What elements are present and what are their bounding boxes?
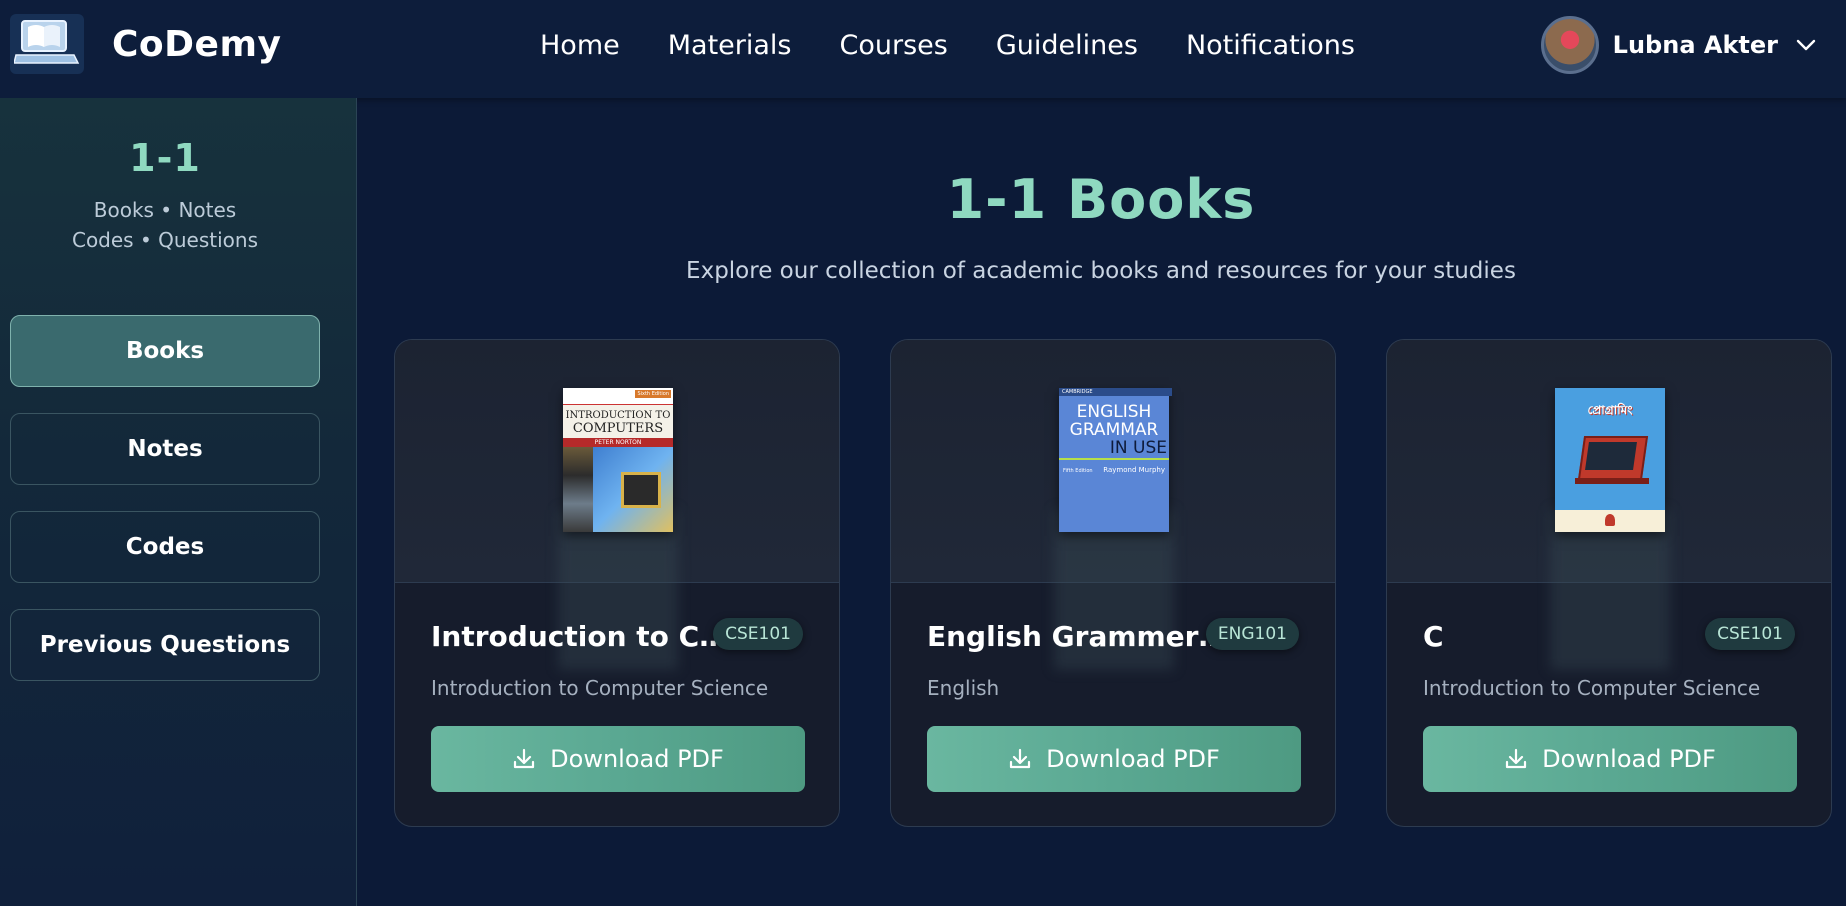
book-cover-area: Sixth Edition INTRODUCTION TO COMPUTERS … [395, 340, 839, 670]
user-name: Lubna Akter [1612, 31, 1778, 59]
sidebar-item-previous-questions[interactable]: Previous Questions [10, 609, 320, 681]
book-cover-image[interactable]: CAMBRIDGE ENGLISH GRAMMAR IN USE Fifth E… [1059, 388, 1172, 532]
sidebar-title: 1-1 [129, 136, 201, 180]
top-navbar: CoDemy Home Materials Courses Guidelines… [0, 0, 1846, 98]
book-title: Introduction to Co... [431, 620, 731, 653]
sidebar-item-notes[interactable]: Notes [10, 413, 320, 485]
book-subject: Introduction to Computer Science [431, 676, 769, 700]
brand[interactable]: CoDemy [10, 14, 281, 74]
nav-notifications[interactable]: Notifications [1186, 26, 1355, 66]
book-subject: English [927, 676, 1000, 700]
sidebar-item-codes[interactable]: Codes [10, 511, 320, 583]
book-title: C [1423, 620, 1444, 653]
nav-courses[interactable]: Courses [840, 26, 948, 66]
book-cover-image[interactable]: Sixth Edition INTRODUCTION TO COMPUTERS … [563, 388, 673, 532]
download-icon [1506, 748, 1527, 769]
download-pdf-button[interactable]: Download PDF [431, 726, 805, 792]
download-button-label: Download PDF [1542, 745, 1716, 773]
avatar[interactable] [1540, 16, 1599, 74]
book-card: প্রোগ্রামিং C CSE101 Introduction to Com… [1386, 339, 1832, 827]
book-card: Sixth Edition INTRODUCTION TO COMPUTERS … [394, 339, 840, 827]
book-card: CAMBRIDGE ENGLISH GRAMMAR IN USE Fifth E… [890, 339, 1336, 827]
page-subtitle: Explore our collection of academic books… [686, 258, 1516, 284]
nav-home[interactable]: Home [540, 26, 620, 66]
download-button-label: Download PDF [550, 745, 724, 773]
download-pdf-button[interactable]: Download PDF [1423, 726, 1797, 792]
book-cover-area: CAMBRIDGE ENGLISH GRAMMAR IN USE Fifth E… [891, 340, 1335, 670]
chevron-down-icon[interactable] [1796, 38, 1816, 52]
download-icon [1010, 748, 1031, 769]
user-menu[interactable]: Lubna Akter [1540, 16, 1816, 74]
course-code-badge: CSE101 [1705, 618, 1795, 650]
sidebar-subtitle-line2: Codes • Questions [71, 228, 258, 252]
book-cover-area: প্রোগ্রামিং [1387, 340, 1831, 670]
laptop-book-logo-icon [10, 14, 84, 74]
course-code-badge: ENG101 [1205, 618, 1299, 650]
sidebar-subtitle-line1: Books • Notes [93, 198, 237, 222]
main-nav: Home Materials Courses Guidelines Notifi… [540, 26, 1355, 66]
course-code-badge: CSE101 [713, 618, 803, 650]
sidebar: 1-1 Books • Notes Codes • Questions Book… [0, 98, 357, 906]
download-icon [514, 748, 535, 769]
book-subject: Introduction to Computer Science [1423, 676, 1761, 700]
sidebar-item-books[interactable]: Books [10, 315, 320, 387]
nav-materials[interactable]: Materials [668, 26, 792, 66]
download-button-label: Download PDF [1046, 745, 1220, 773]
page-title: 1-1 Books [946, 168, 1256, 231]
book-cover-image[interactable]: প্রোগ্রামিং [1555, 388, 1665, 532]
brand-name: CoDemy [112, 23, 282, 65]
download-pdf-button[interactable]: Download PDF [927, 726, 1301, 792]
book-title: English Grammer i... [927, 620, 1227, 653]
nav-guidelines[interactable]: Guidelines [996, 26, 1138, 66]
